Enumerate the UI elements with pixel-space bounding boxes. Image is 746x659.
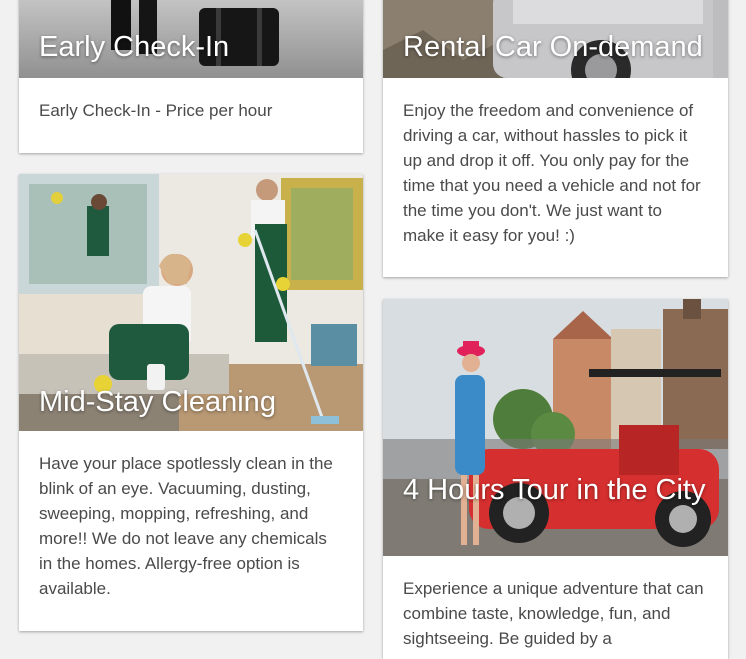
card-description: Have your place spotlessly clean in the …: [39, 454, 333, 598]
rental-car-image: Rental Car On-demand: [383, 0, 728, 78]
card-description: Early Check-In - Price per hour: [39, 101, 273, 120]
card-title: Early Check-In: [39, 31, 230, 63]
card-description: Experience a unique adventure that can c…: [403, 579, 704, 648]
card-title: 4 Hours Tour in the City: [403, 474, 706, 506]
card-title: Mid-Stay Cleaning: [39, 386, 276, 418]
mid-stay-cleaning-image: Mid-Stay Cleaning: [19, 174, 363, 431]
city-tour-image: 4 Hours Tour in the City: [383, 299, 728, 556]
service-card-city-tour[interactable]: 4 Hours Tour in the City Experience a un…: [383, 299, 728, 659]
card-title: Rental Car On-demand: [403, 31, 703, 63]
card-description: Enjoy the freedom and convenience of dri…: [403, 101, 701, 245]
service-card-early-check-in[interactable]: Early Check-In Early Check-In - Price pe…: [19, 0, 363, 153]
early-check-in-image: Early Check-In: [19, 0, 363, 78]
city-tour-photo: [383, 299, 728, 556]
service-card-mid-stay-cleaning[interactable]: Mid-Stay Cleaning Have your place spotle…: [19, 174, 363, 631]
service-card-rental-car[interactable]: Rental Car On-demand Enjoy the freedom a…: [383, 0, 728, 277]
